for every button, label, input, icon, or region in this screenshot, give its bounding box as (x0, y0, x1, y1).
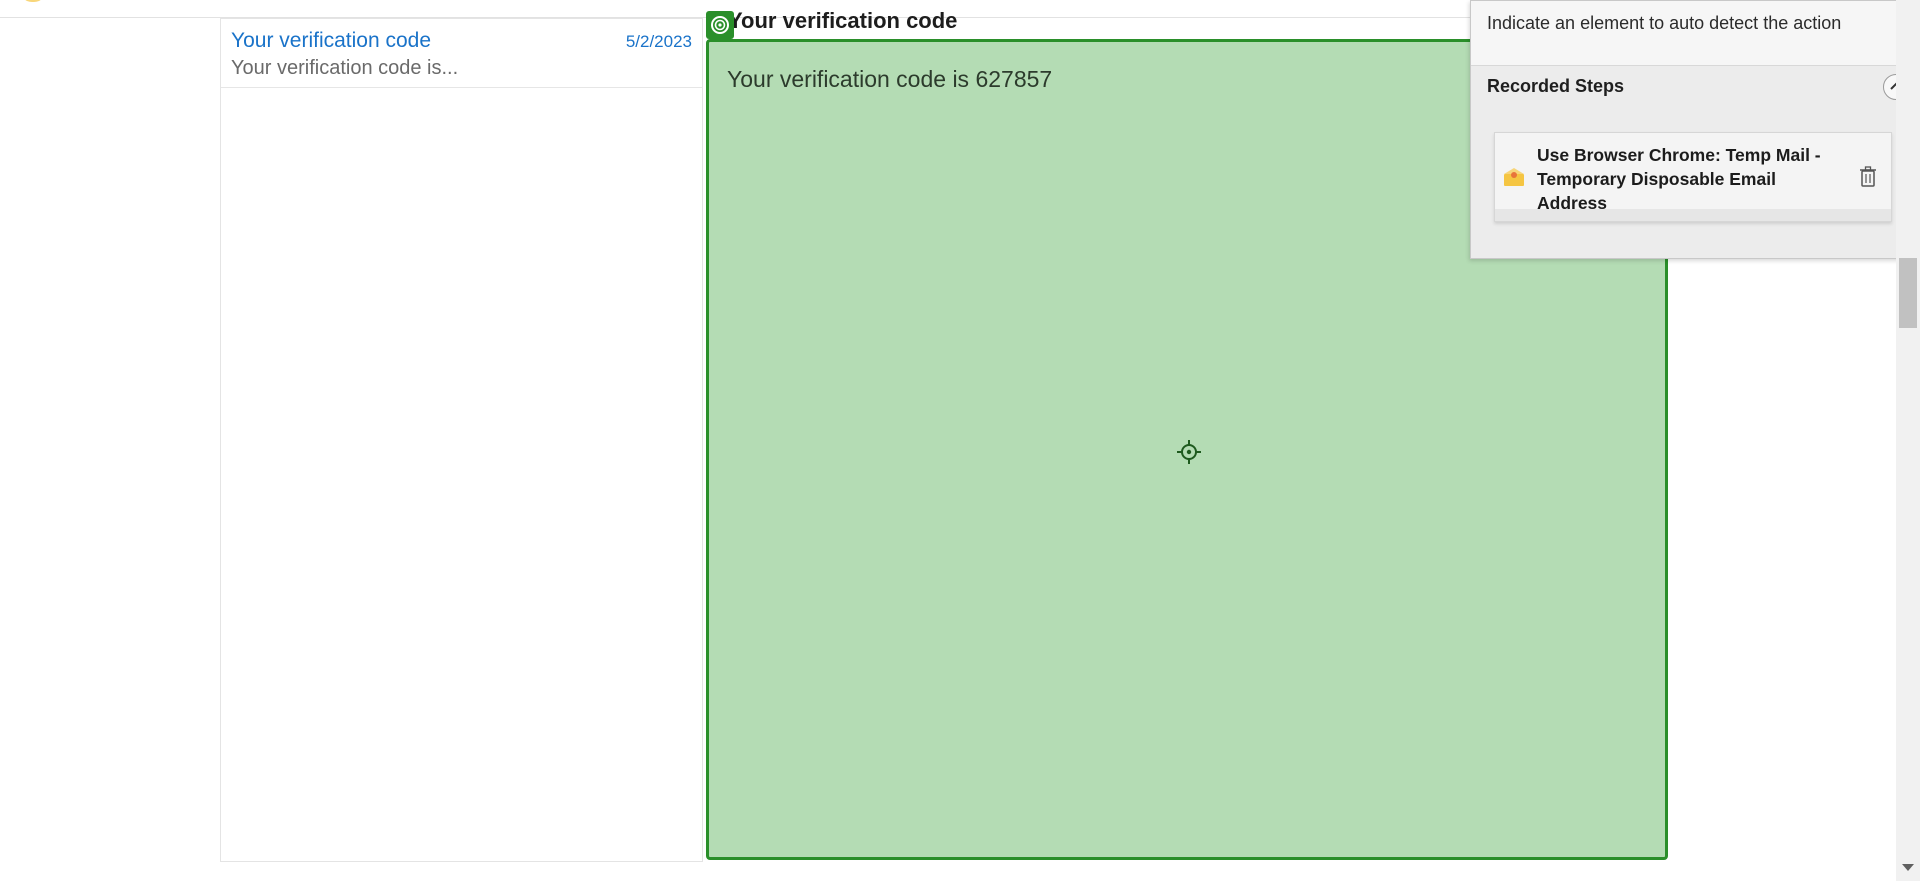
hint-box: Indicate an element to auto detect the a… (1471, 1, 1919, 66)
recorded-step[interactable]: Use Browser Chrome: Temp Mail - Temporar… (1494, 132, 1892, 222)
step-card-footer (1495, 209, 1891, 221)
inbox-item-date: 5/2/2023 (625, 32, 692, 51)
inbox-item[interactable]: Your verification code 5/2/2023 Your ver… (221, 19, 702, 88)
scroll-down-arrow-icon[interactable] (1902, 864, 1914, 871)
inbox-list: Your verification code 5/2/2023 Your ver… (220, 18, 703, 862)
recorded-steps-header: Recorded Steps (1487, 76, 1625, 96)
target-element-icon (706, 11, 734, 39)
message-title: Your verification code (728, 8, 958, 33)
crosshair-cursor-icon (1177, 440, 1201, 464)
recorded-step-label: Use Browser Chrome: Temp Mail - Temporar… (1537, 145, 1821, 213)
inbox-item-preview: Your verification code is... (231, 57, 459, 79)
recorder-hint: Indicate an element to auto detect the a… (1487, 13, 1842, 33)
browser-app-icon (1503, 167, 1525, 187)
message-body-text: Your verification code is 627857 (727, 66, 1053, 92)
vertical-scrollbar[interactable] (1896, 0, 1920, 881)
trash-icon[interactable] (1859, 166, 1877, 188)
inbox-item-subject[interactable]: Your verification code (231, 29, 431, 53)
recorder-panel: Indicate an element to auto detect the a… (1470, 0, 1920, 259)
site-logo-icon (20, 0, 46, 2)
scrollbar-thumb[interactable] (1899, 258, 1917, 328)
